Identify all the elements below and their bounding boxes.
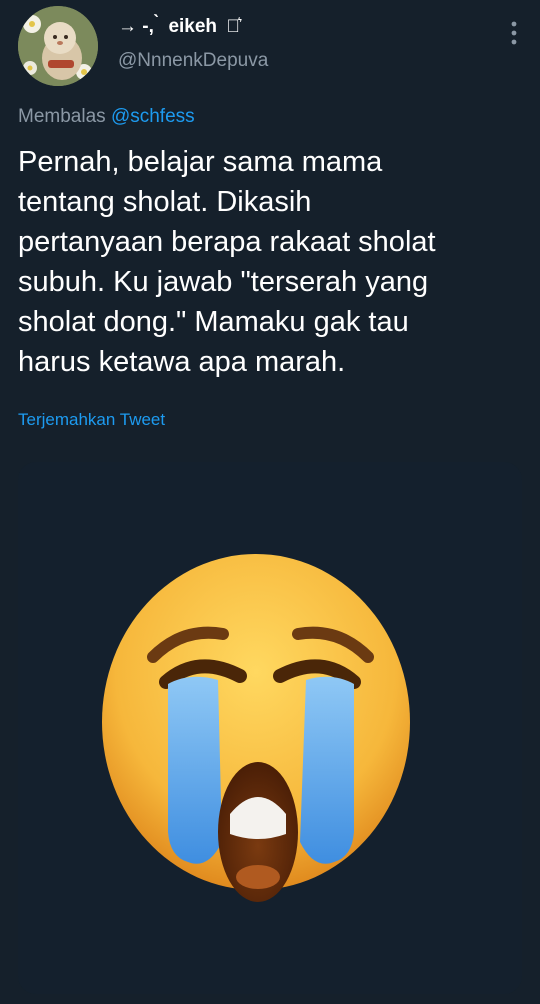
display-name[interactable]: → -, ̀ eikeh ≋͛ bbox=[118, 16, 268, 38]
name-ornament: → -, ̀ bbox=[118, 16, 160, 37]
tweet-media[interactable] bbox=[18, 462, 522, 994]
tweet-text: Pernah, belajar sama mama tentang sholat… bbox=[18, 146, 436, 378]
avatar[interactable] bbox=[18, 6, 98, 86]
user-handle[interactable]: @NnnenkDepuva bbox=[118, 50, 268, 72]
reply-prefix: Membalas bbox=[18, 106, 106, 127]
name-suffix: ≋͛ bbox=[226, 16, 240, 36]
loudly-crying-face-emoji-icon bbox=[18, 462, 522, 994]
display-name-text: eikeh bbox=[168, 16, 218, 37]
tweet-header: → -, ̀ eikeh ≋͛ @NnnenkDepuva bbox=[18, 6, 526, 86]
reply-context: Membalas @schfess bbox=[18, 106, 195, 128]
reply-mention-link[interactable]: @schfess bbox=[111, 106, 195, 127]
avatar-image bbox=[18, 6, 98, 86]
translate-tweet-link[interactable]: Terjemahkan Tweet bbox=[18, 410, 165, 430]
author-block: → -, ̀ eikeh ≋͛ @NnnenkDepuva bbox=[118, 16, 268, 72]
more-vertical-icon[interactable] bbox=[510, 20, 518, 46]
